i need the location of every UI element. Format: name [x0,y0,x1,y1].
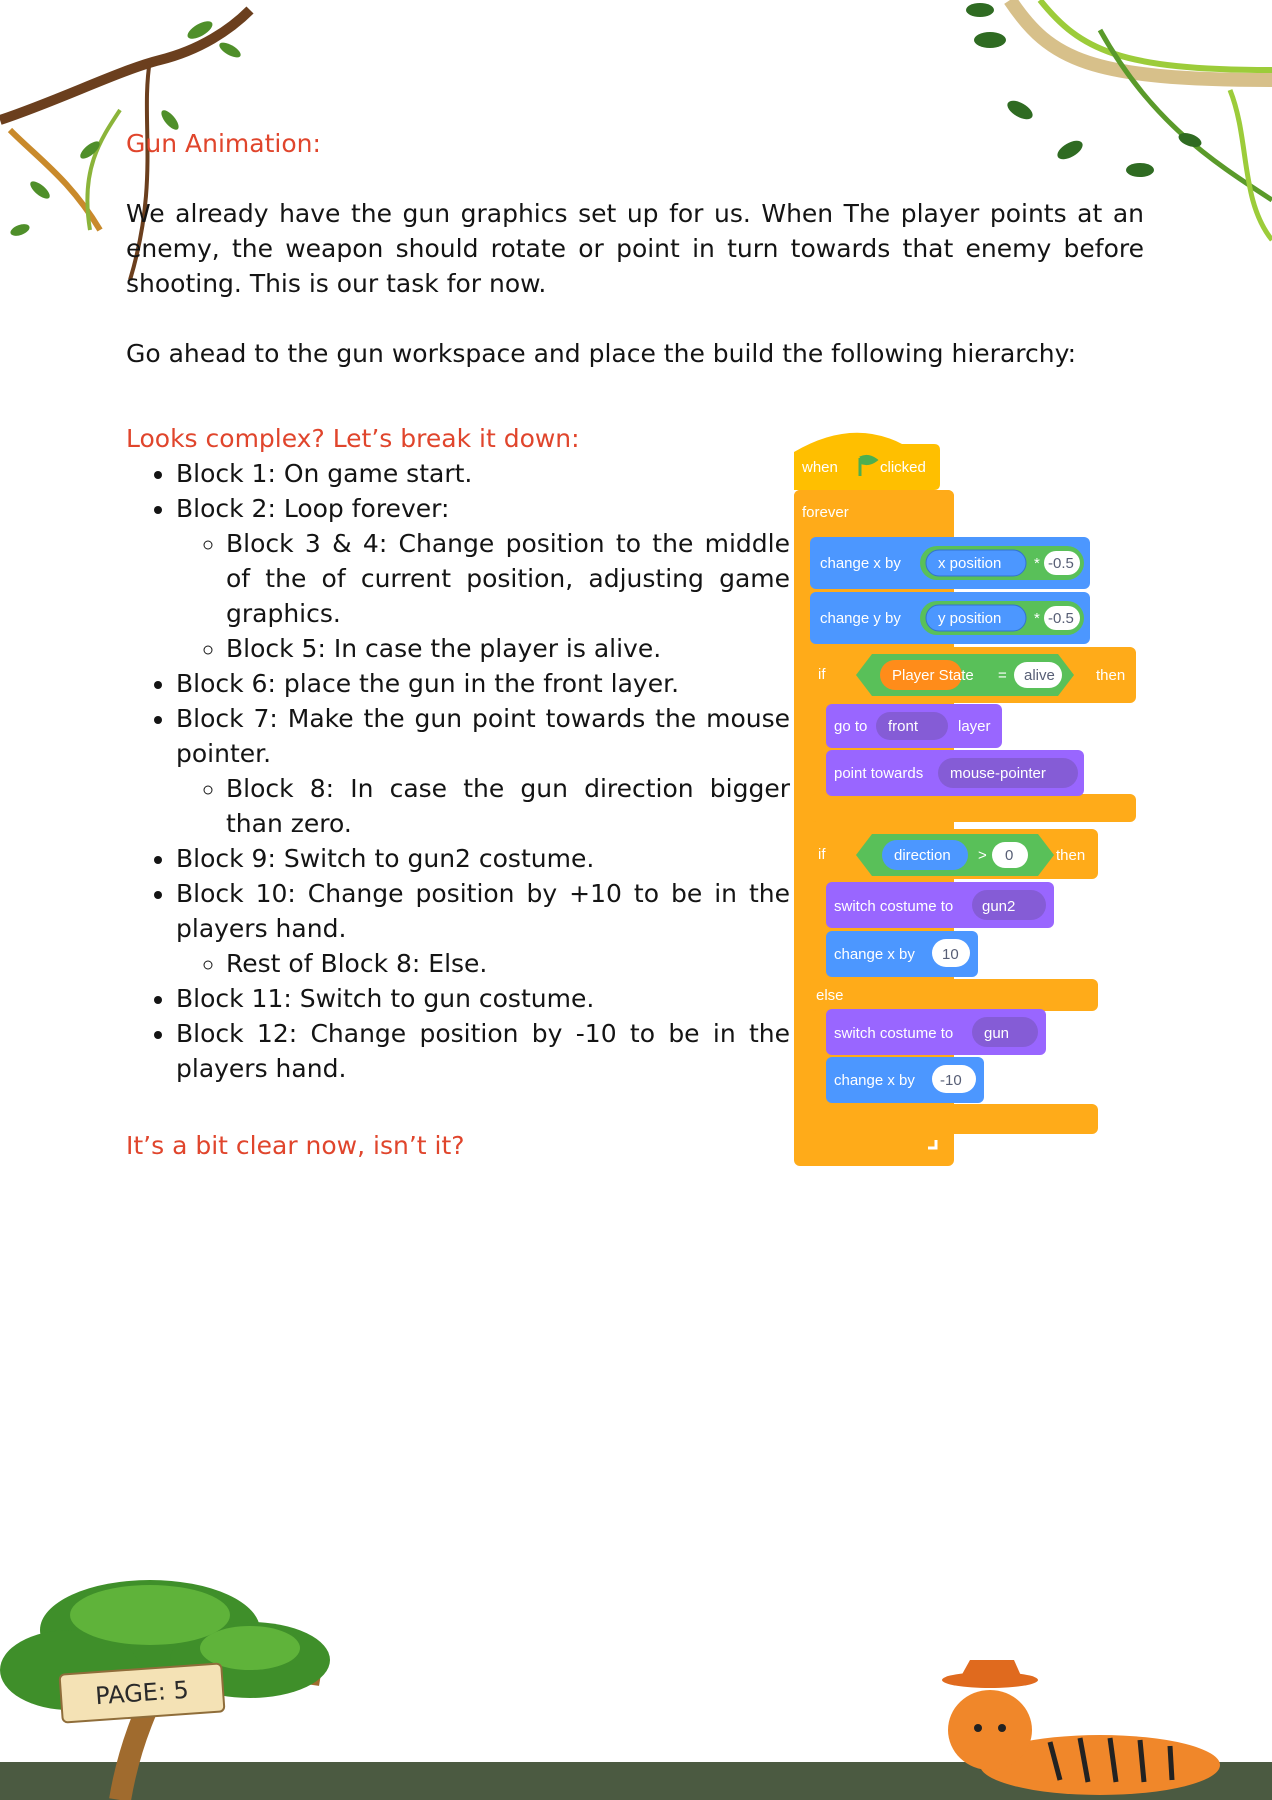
svg-text:change x by: change x by [834,1072,915,1089]
svg-text:front: front [888,718,919,735]
svg-text:-0.5: -0.5 [1048,610,1074,627]
list-item: Block 1: On game start. [176,456,790,491]
svg-text:y position: y position [938,610,1001,627]
svg-text:*: * [1034,610,1040,627]
tiger-decoration [942,1660,1220,1795]
svg-text:mouse-pointer: mouse-pointer [950,765,1046,782]
svg-text:switch costume to: switch costume to [834,898,953,915]
svg-text:clicked: clicked [880,459,926,476]
svg-text:*: * [1034,555,1040,572]
svg-text:change y by: change y by [820,610,901,627]
svg-text:>: > [978,847,987,864]
svg-text:change x by: change x by [820,555,901,572]
list-item: Block 3 & 4: Change position to the midd… [226,526,790,631]
svg-text:-0.5: -0.5 [1048,555,1074,572]
list-item: Block 2: Loop forever: Block 3 & 4: Chan… [176,491,790,666]
svg-text:then: then [1096,667,1125,684]
list-item: Block 11: Switch to gun costume. [176,981,790,1016]
svg-text:gun: gun [984,1025,1009,1042]
svg-text:layer: layer [958,718,991,735]
closing-remark: It’s a bit clear now, isn’t it? [126,1131,465,1160]
svg-text:-10: -10 [940,1072,962,1089]
list-item: Block 6: place the gun in the front laye… [176,666,790,701]
list-item: Block 7: Make the gun point towards the … [176,701,790,841]
scratch-code-blocks: when clicked forever change x by x posit… [794,432,1136,1166]
svg-text:change x by: change x by [834,946,915,963]
svg-text:if: if [818,666,826,683]
svg-text:then: then [1056,847,1085,864]
svg-text:when: when [801,459,838,476]
svg-text:gun2: gun2 [982,898,1015,915]
svg-text:x position: x position [938,555,1001,572]
list-item: Block 8: In case the gun direction bigge… [226,771,790,841]
svg-text:direction: direction [894,847,951,864]
list-item: Block 12: Change position by -10 to be i… [176,1016,790,1086]
list-item: Block 5: In case the player is alive. [226,631,790,666]
list-item: Block 9: Switch to gun2 costume. [176,841,790,876]
svg-text:switch costume to: switch costume to [834,1025,953,1042]
svg-text:0: 0 [1005,847,1013,864]
svg-text:10: 10 [942,946,959,963]
block-list: Block 1: On game start. Block 2: Loop fo… [126,456,790,1086]
list-item: Rest of Block 8: Else. [226,946,790,981]
svg-text:Player State: Player State [892,667,974,684]
svg-text:go to: go to [834,718,867,735]
svg-text:else: else [816,987,844,1004]
breakdown-heading: Looks complex? Let’s break it down: [126,424,580,453]
page-title: Gun Animation: [126,129,321,158]
list-item: Block 10: Change position by +10 to be i… [176,876,790,981]
instruction-paragraph: Go ahead to the gun workspace and place … [126,339,1076,368]
svg-text:forever: forever [802,504,849,521]
svg-text:if: if [818,846,826,863]
svg-text:=: = [998,667,1007,684]
svg-text:alive: alive [1024,667,1055,684]
svg-text:point towards: point towards [834,765,923,782]
intro-paragraph: We already have the gun graphics set up … [126,199,1144,298]
